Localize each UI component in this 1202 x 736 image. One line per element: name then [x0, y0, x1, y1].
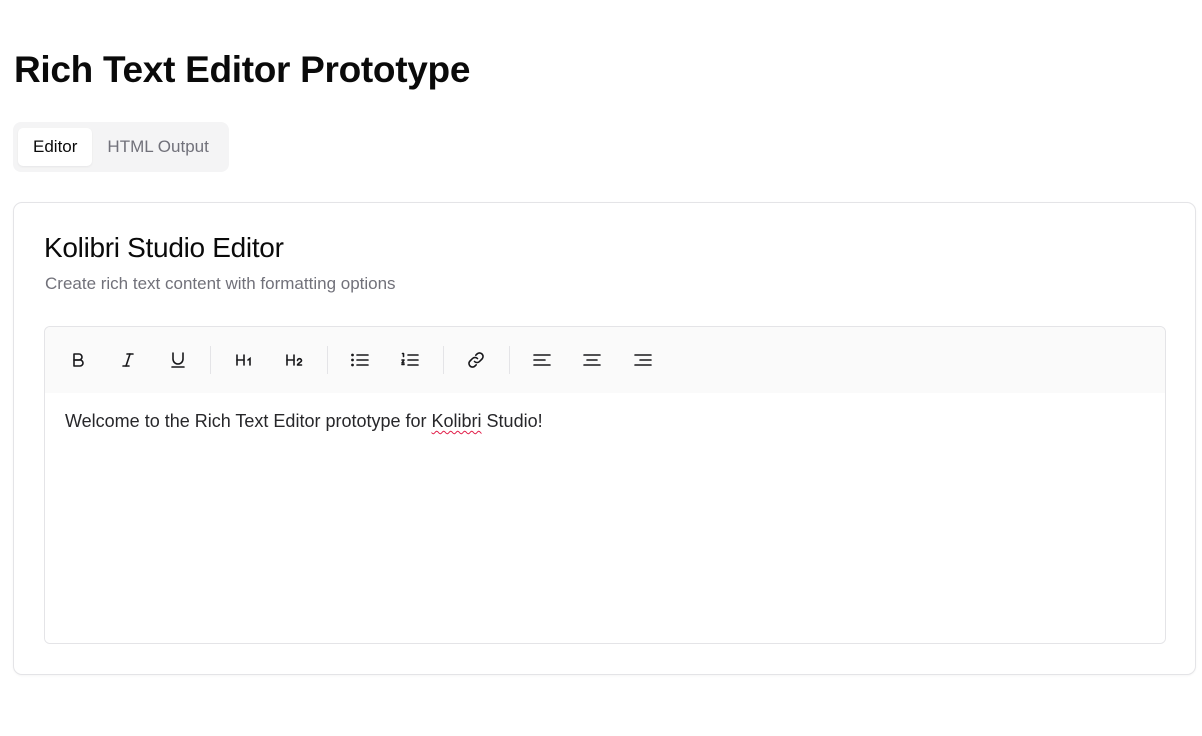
align-right-button[interactable]	[624, 341, 662, 379]
heading-2-button[interactable]	[275, 341, 313, 379]
formatting-toolbar	[45, 327, 1165, 394]
underline-button[interactable]	[159, 341, 197, 379]
toolbar-divider	[443, 346, 444, 374]
numbered-list-icon	[401, 352, 419, 366]
editor-card: Kolibri Studio Editor Create rich text c…	[13, 202, 1196, 675]
toolbar-divider	[327, 346, 328, 374]
editor-content-area[interactable]: Welcome to the Rich Text Editor prototyp…	[45, 393, 1165, 643]
align-left-icon	[533, 354, 551, 366]
view-tabs: Editor HTML Output	[13, 122, 229, 172]
tab-editor[interactable]: Editor	[18, 128, 93, 166]
link-icon	[468, 352, 484, 368]
numbered-list-button[interactable]	[391, 341, 429, 379]
toolbar-divider	[509, 346, 510, 374]
italic-icon	[122, 353, 134, 367]
tab-html-output[interactable]: HTML Output	[92, 128, 223, 166]
toolbar-divider	[210, 346, 211, 374]
align-center-icon	[583, 354, 601, 366]
bullet-list-button[interactable]	[341, 341, 379, 379]
link-button[interactable]	[457, 341, 495, 379]
rich-text-editor: Welcome to the Rich Text Editor prototyp…	[44, 326, 1166, 644]
align-right-icon	[634, 354, 652, 366]
bullet-list-icon	[351, 353, 369, 367]
align-left-button[interactable]	[523, 341, 561, 379]
underline-icon	[171, 352, 185, 368]
heading-1-button[interactable]	[225, 341, 263, 379]
editor-text: Welcome to the Rich Text Editor prototyp…	[65, 411, 432, 431]
heading-2-icon	[286, 354, 303, 366]
editor-text: Studio!	[481, 411, 543, 431]
misspelled-word: Kolibri	[431, 411, 482, 431]
heading-1-icon	[236, 354, 251, 366]
bold-button[interactable]	[59, 341, 97, 379]
align-center-button[interactable]	[573, 341, 611, 379]
italic-button[interactable]	[109, 341, 147, 379]
bold-icon	[73, 353, 84, 367]
card-subtitle: Create rich text content with formatting…	[45, 274, 396, 293]
page-title: Rich Text Editor Prototype	[14, 49, 471, 90]
card-title: Kolibri Studio Editor	[44, 232, 284, 263]
